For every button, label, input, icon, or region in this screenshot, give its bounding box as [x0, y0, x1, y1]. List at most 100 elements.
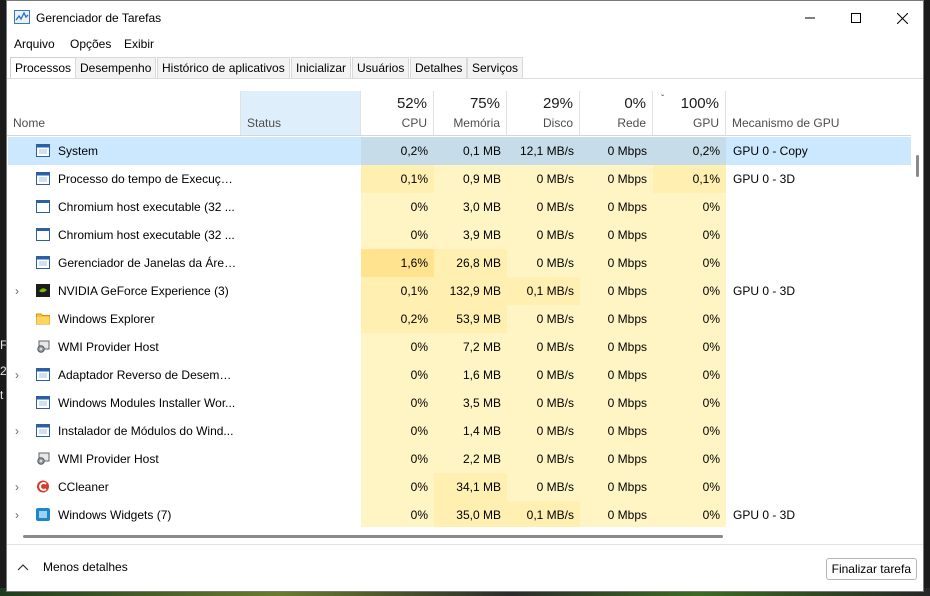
column-header-status[interactable]: Status	[241, 91, 361, 135]
process-name: WMI Provider Host	[58, 340, 159, 354]
cell-memory: 2,2 MB	[434, 445, 507, 473]
cell-network: 0 Mbps	[580, 361, 653, 389]
column-header-memory[interactable]: 75% Memória	[434, 91, 507, 135]
chevron-right-icon[interactable]: ›	[15, 277, 25, 305]
table-row[interactable]: Windows Modules Installer Wor... 0% 3,5 MB…	[7, 389, 911, 417]
chevron-right-icon[interactable]: ›	[15, 501, 25, 527]
menu-exibir[interactable]: Exibir	[124, 37, 154, 51]
cell-memory: 53,9 MB	[434, 305, 507, 333]
process-name: System	[58, 144, 99, 158]
end-task-button[interactable]: Finalizar tarefa	[825, 558, 917, 580]
disk-total-percent: 29%	[542, 95, 573, 112]
process-name: Windows Widgets (7)	[58, 508, 172, 522]
table-row[interactable]: Gerenciador de Janelas da Área ... 1,6% 26…	[7, 249, 911, 277]
process-name: Instalador de Módulos do Wind...	[58, 424, 234, 438]
cell-gpu: 0%	[653, 501, 726, 527]
chevron-right-icon[interactable]: ›	[15, 417, 25, 445]
column-header-gpu-engine[interactable]: Mecanismo de GPU	[726, 91, 911, 135]
cell-gpu: 0%	[653, 389, 726, 417]
table-row[interactable]: Windows Explorer 0,2% 53,9 MB 0 MB/s 0 Mbps 0…	[7, 305, 911, 333]
cell-network: 0 Mbps	[580, 249, 653, 277]
cell-disk: 0 MB/s	[507, 417, 580, 445]
table-row[interactable]: › Adaptador Reverso de Desempe... 0% 1,6 MB…	[7, 361, 911, 389]
cell-disk: 0 MB/s	[507, 249, 580, 277]
table-row[interactable]: WMI Provider Host 0% 2,2 MB 0 MB/s 0 Mbps 0%	[7, 445, 911, 473]
table-row[interactable]: Processo do tempo de Execução... 0,1% 0,9 …	[7, 165, 911, 193]
cell-network: 0 Mbps	[580, 277, 653, 305]
cell-disk: 0 MB/s	[507, 473, 580, 501]
cell-network: 0 Mbps	[580, 305, 653, 333]
chevron-right-icon[interactable]: ›	[15, 473, 25, 501]
menu-opcoes[interactable]: Opções	[70, 37, 111, 51]
less-details-button[interactable]: Menos detalhes	[15, 560, 128, 574]
cell-memory: 7,2 MB	[434, 333, 507, 361]
table-row[interactable]: Chromium host executable (32 ... 0% 3,0 MB…	[7, 193, 911, 221]
tab-inicializar[interactable]: Inicializar	[291, 57, 352, 78]
vertical-scrollbar[interactable]	[913, 137, 921, 517]
cell-memory: 3,0 MB	[434, 193, 507, 221]
column-header-disk[interactable]: 29% Disco	[507, 91, 580, 135]
cell-cpu: 0%	[361, 501, 434, 527]
cell-disk: 0 MB/s	[507, 193, 580, 221]
tab-usuarios[interactable]: Usuários	[352, 57, 410, 78]
table-row[interactable]: Chromium host executable (32 ... 0% 3,9 MB…	[7, 221, 911, 249]
tab-desempenho[interactable]: Desempenho	[75, 57, 157, 78]
task-manager-icon	[14, 10, 30, 24]
gpu-total-percent: 100%	[680, 95, 719, 112]
cell-gpu: 0%	[653, 417, 726, 445]
cell-disk: 12,1 MB/s	[507, 137, 580, 165]
cell-gpu: 0,1%	[653, 165, 726, 193]
process-name: Windows Modules Installer Wor...	[58, 396, 236, 410]
ccleaner-icon	[36, 480, 50, 493]
minimize-icon	[805, 17, 815, 19]
system-window-icon	[36, 256, 50, 269]
system-window-icon	[36, 424, 50, 437]
column-header-name[interactable]: Nome	[7, 91, 241, 135]
horizontal-scrollbar[interactable]	[23, 535, 723, 538]
cell-gpu: 0%	[653, 193, 726, 221]
table-row[interactable]: › CCleaner 0% 34,1 MB 0 MB/s 0 Mbps 0%	[7, 473, 911, 501]
column-header-gpu[interactable]: ˇ 100% GPU	[653, 91, 726, 135]
title-bar[interactable]: Gerenciador de Tarefas	[7, 1, 923, 35]
cell-cpu: 0,1%	[361, 165, 434, 193]
chevron-right-icon[interactable]: ›	[15, 361, 25, 389]
cell-memory: 3,9 MB	[434, 221, 507, 249]
minimize-button[interactable]	[787, 1, 833, 35]
cell-cpu: 0%	[361, 193, 434, 221]
cell-memory: 132,9 MB	[434, 277, 507, 305]
cell-gpu-engine: GPU 0 - Copy	[733, 144, 808, 158]
cpu-total-percent: 52%	[396, 95, 427, 112]
cell-disk: 0 MB/s	[507, 165, 580, 193]
cell-cpu: 0%	[361, 361, 434, 389]
table-row[interactable]: › Instalador de Módulos do Wind... 0% 1,4 M…	[7, 417, 911, 445]
cell-gpu: 0%	[653, 277, 726, 305]
cell-memory: 0,1 MB	[434, 137, 507, 165]
table-row[interactable]: WMI Provider Host 0% 7,2 MB 0 MB/s 0 Mbps 0%	[7, 333, 911, 361]
scrollbar-thumb[interactable]	[916, 155, 919, 177]
cell-memory: 1,6 MB	[434, 361, 507, 389]
maximize-button[interactable]	[833, 1, 879, 35]
column-header-network[interactable]: 0% Rede	[580, 91, 653, 135]
tab-processos[interactable]: Processos	[10, 57, 77, 79]
cell-gpu: 0,2%	[653, 137, 726, 165]
cell-gpu: 0%	[653, 473, 726, 501]
footer: Menos detalhes Finalizar tarefa	[7, 545, 923, 591]
table-row[interactable]: System 0,2% 0,1 MB 12,1 MB/s 0 Mbps 0,2% GPU 0…	[7, 137, 911, 165]
sort-down-icon: ˇ	[661, 94, 665, 105]
network-total-percent: 0%	[624, 95, 646, 112]
cell-memory: 35,0 MB	[434, 501, 507, 527]
tab-servicos[interactable]: Serviços	[467, 57, 524, 78]
process-table: Nome Status 52% CPU 75% Memória 29% Disc…	[7, 91, 923, 527]
tab-historico[interactable]: Histórico de aplicativos	[157, 57, 290, 78]
folder-icon	[36, 312, 50, 325]
cell-disk: 0 MB/s	[507, 445, 580, 473]
cell-memory: 3,5 MB	[434, 389, 507, 417]
table-row[interactable]: › NVIDIA GeForce Experience (3) 0,1% 132,9 …	[7, 277, 911, 305]
menu-arquivo[interactable]: Arquivo	[14, 37, 55, 51]
tab-detalhes[interactable]: Detalhes	[410, 57, 468, 78]
cell-network: 0 Mbps	[580, 473, 653, 501]
table-row[interactable]: › Windows Widgets (7) 0% 35,0 MB 0,1 MB/s 0 M…	[7, 501, 911, 527]
column-header-cpu[interactable]: 52% CPU	[361, 91, 434, 135]
close-button[interactable]	[879, 1, 923, 35]
cell-disk: 0 MB/s	[507, 305, 580, 333]
